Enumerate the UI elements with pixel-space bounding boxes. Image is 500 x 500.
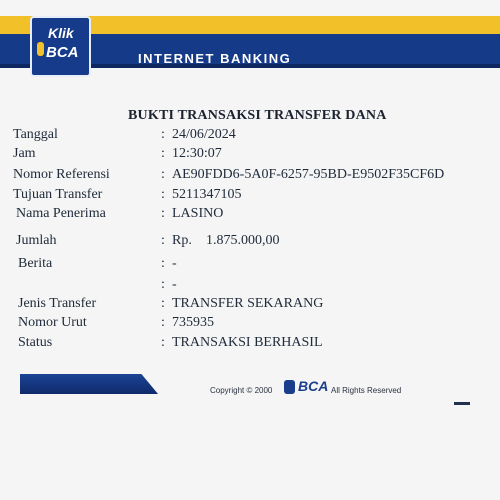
logo-top-text: Klik: [48, 25, 74, 41]
row-separator: :: [161, 233, 165, 248]
amount-value: 1.875.000,00: [206, 233, 280, 248]
row-separator: :: [161, 256, 165, 271]
row-label: Jenis Transfer: [18, 296, 97, 311]
footer-dash: [454, 402, 470, 405]
footer-blue-bar: [20, 374, 158, 394]
footer-copyright: Copyright © 2000: [210, 386, 273, 395]
row-separator: :: [161, 315, 165, 330]
receipt-row-nomor-urut: Nomor Urut : 735935: [0, 315, 500, 335]
receipt-row-berita-continued: : -: [0, 277, 500, 297]
footer-logo-text: BCA: [298, 378, 329, 394]
klikbca-logo: Klik BCA: [30, 16, 91, 77]
row-label: Status: [18, 335, 53, 350]
row-value: TRANSAKSI BERHASIL: [172, 335, 323, 350]
banner-title: INTERNET BANKING: [138, 51, 292, 66]
row-label: Berita: [18, 256, 53, 271]
receipt-row-jam: Jam : 12:30:07: [0, 146, 500, 166]
receipt-row-tanggal: Tanggal : 24/06/2024: [0, 127, 500, 147]
header-banner: Klik BCA INTERNET BANKING: [0, 16, 500, 77]
receipt-row-berita: Berita : -: [0, 256, 500, 276]
receipt-title: BUKTI TRANSAKSI TRANSFER DANA: [128, 108, 387, 123]
row-separator: :: [161, 167, 165, 182]
row-separator: :: [161, 146, 165, 161]
row-label: Tanggal: [13, 127, 58, 142]
row-label: Jumlah: [16, 233, 57, 248]
bca-logo-icon: [284, 380, 295, 394]
row-separator: :: [161, 335, 165, 350]
row-value: LASINO: [172, 206, 224, 221]
row-label: Nomor Urut: [18, 315, 87, 330]
row-value: 12:30:07: [172, 146, 222, 161]
row-value: -: [172, 277, 177, 292]
row-separator: :: [161, 127, 165, 142]
row-label: Nomor Referensi: [13, 167, 110, 182]
receipt-row-jenis-transfer: Jenis Transfer : TRANSFER SEKARANG: [0, 296, 500, 316]
amount-currency: Rp.: [172, 233, 192, 248]
row-value: -: [172, 256, 177, 271]
row-value: 735935: [172, 315, 214, 330]
row-separator: :: [161, 187, 165, 202]
row-value: 24/06/2024: [172, 127, 236, 142]
row-value: 5211347105: [172, 187, 242, 202]
row-separator: :: [161, 206, 165, 221]
receipt-row-nomor-referensi: Nomor Referensi : AE90FDD6-5A0F-6257-95B…: [0, 167, 500, 187]
logo-mark-icon: [37, 42, 44, 56]
row-value: AE90FDD6-5A0F-6257-95BD-E9502F35CF6D: [172, 167, 445, 182]
receipt-row-tujuan-transfer: Tujuan Transfer : 5211347105: [0, 187, 500, 207]
receipt-row-jumlah: Jumlah : Rp. 1.875.000,00: [0, 233, 500, 253]
receipt-row-status: Status : TRANSAKSI BERHASIL: [0, 335, 500, 355]
row-label: Jam: [13, 146, 36, 161]
row-separator: :: [161, 277, 165, 292]
row-label: Nama Penerima: [16, 206, 106, 221]
row-separator: :: [161, 296, 165, 311]
receipt-row-nama-penerima: Nama Penerima : LASINO: [0, 206, 500, 226]
logo-bottom-text: BCA: [46, 44, 79, 61]
row-label: Tujuan Transfer: [13, 187, 103, 202]
footer-rights: All Rights Reserved: [331, 386, 402, 395]
row-value: TRANSFER SEKARANG: [172, 296, 324, 311]
